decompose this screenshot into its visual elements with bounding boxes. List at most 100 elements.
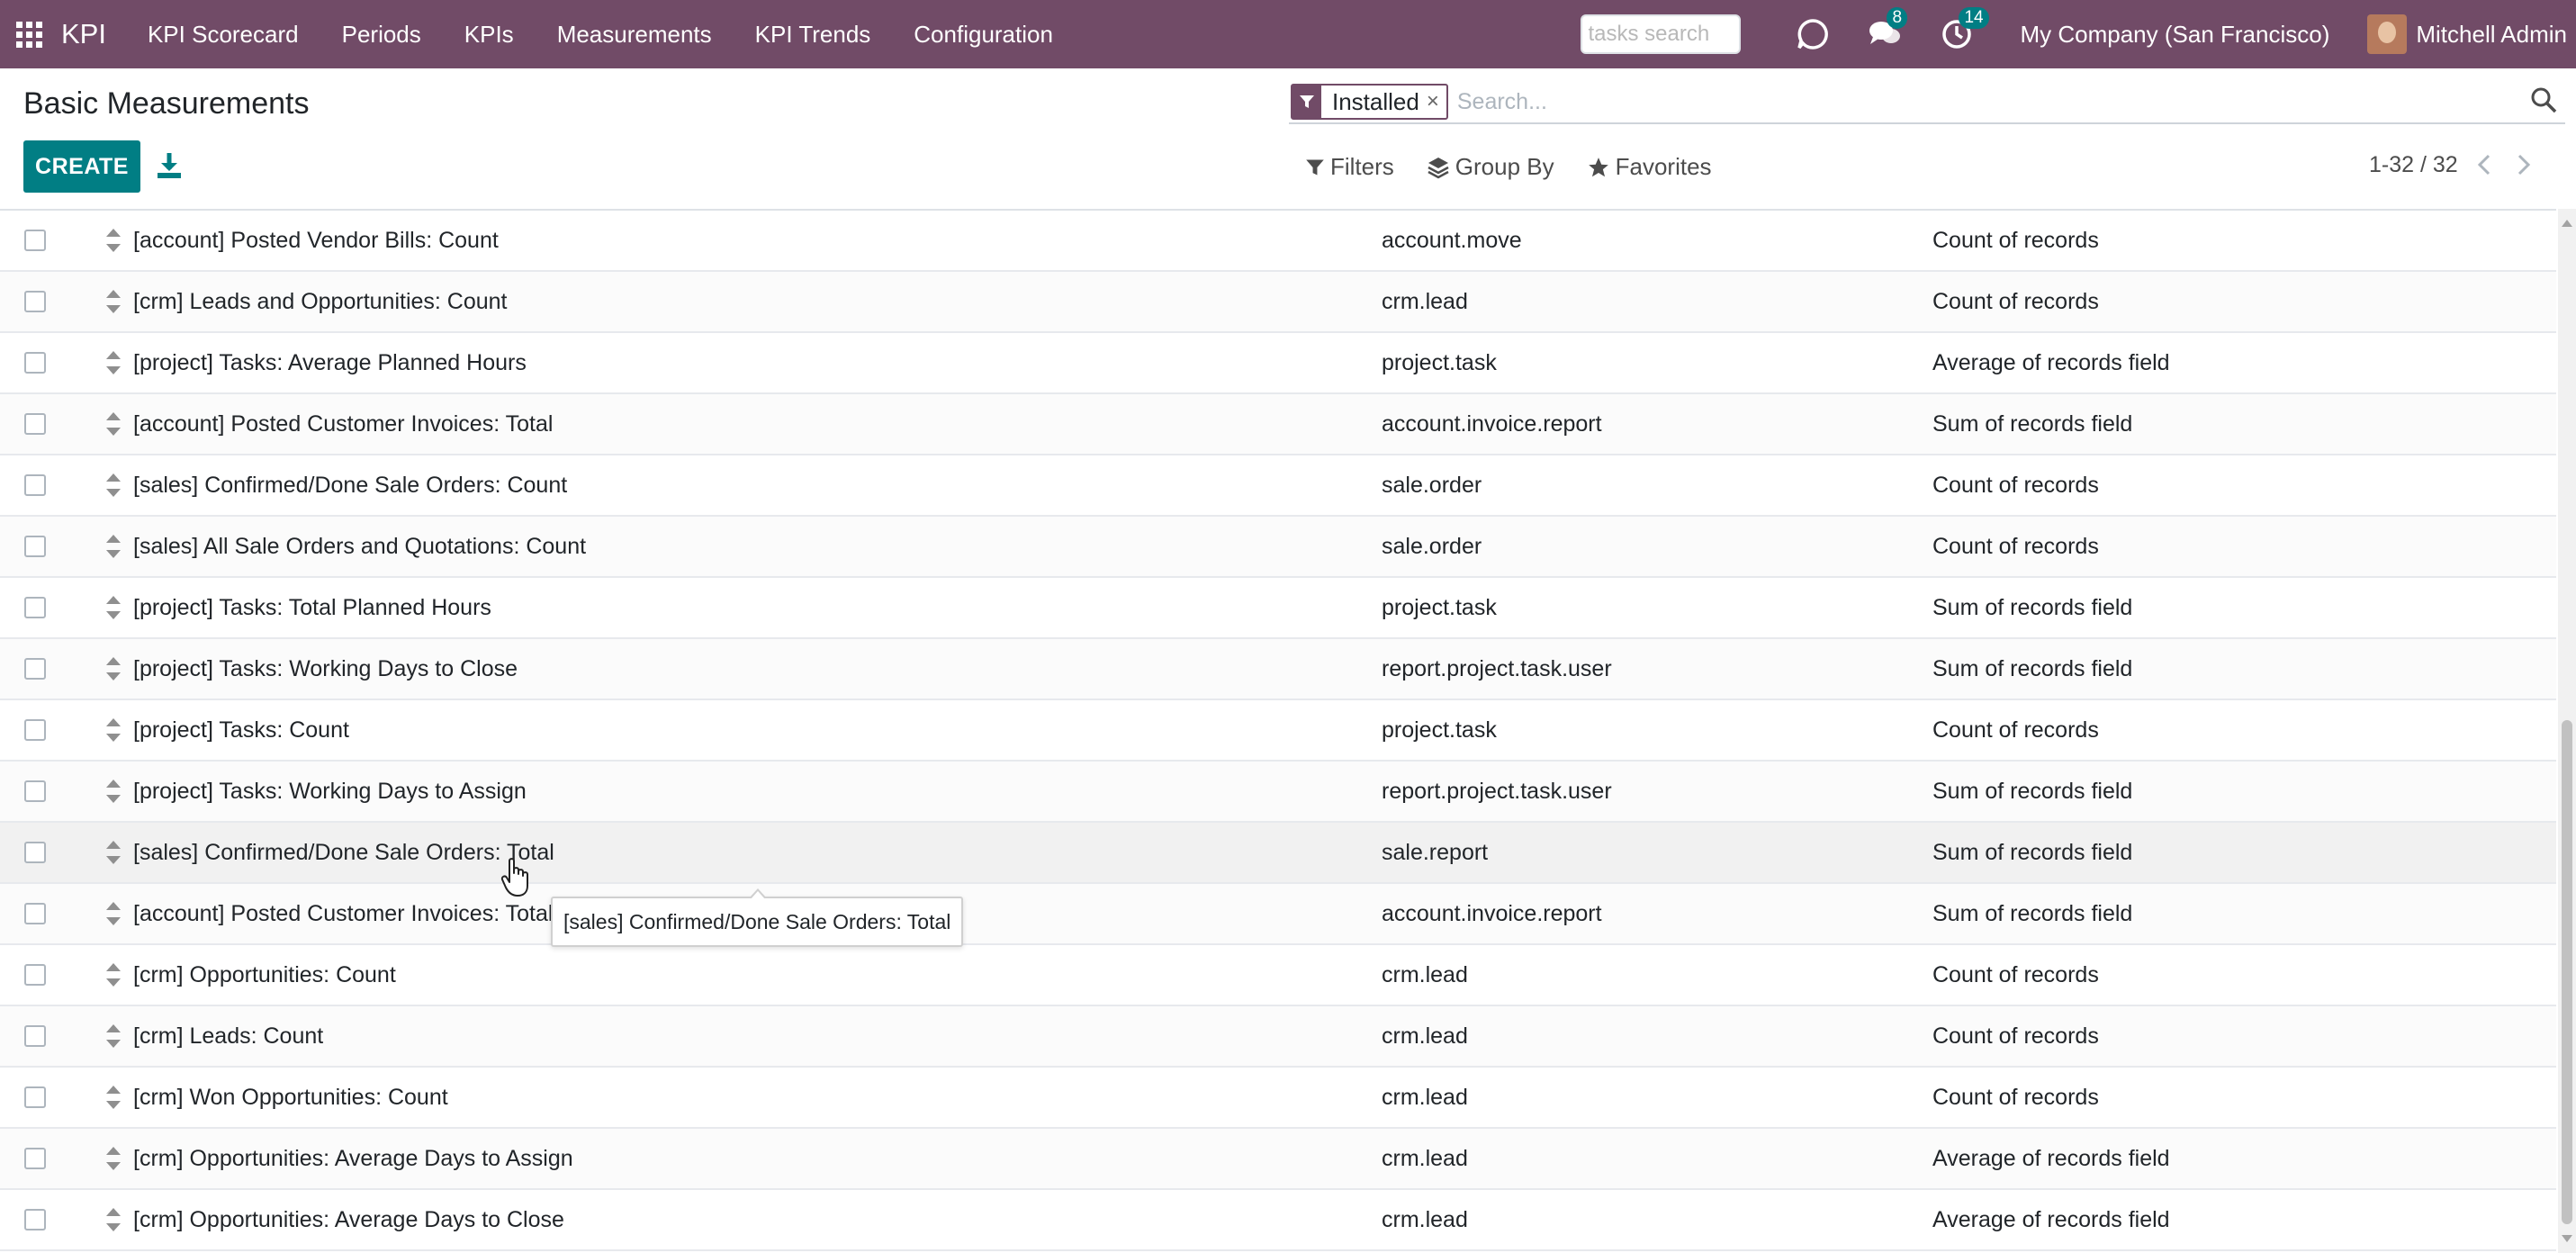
table-row[interactable]: [sales] Confirmed/Done Sale Orders: Coun… [0, 455, 2556, 517]
row-checkbox[interactable] [24, 658, 46, 680]
table-row[interactable]: [crm] Leads: Count crm.lead Count of rec… [0, 1006, 2556, 1068]
table-row[interactable]: [project] Tasks: Total Planned Hours pro… [0, 578, 2556, 639]
drag-handle-icon[interactable] [105, 1086, 122, 1109]
download-icon[interactable] [155, 149, 184, 182]
row-checkbox[interactable] [24, 903, 46, 924]
drag-handle-icon[interactable] [105, 229, 122, 252]
facet-label: Installed [1332, 87, 1419, 115]
measurement-model: sale.order [1382, 472, 1482, 498]
row-checkbox[interactable] [24, 597, 46, 618]
search-icon[interactable] [2529, 86, 2562, 118]
drag-handle-icon[interactable] [105, 657, 122, 681]
table-row[interactable]: [project] Tasks: Working Days to Assign … [0, 762, 2556, 823]
drag-handle-icon[interactable] [105, 718, 122, 742]
measurement-model: account.invoice.report [1382, 410, 1602, 437]
company-switcher[interactable]: My Company (San Francisco) [1993, 21, 2346, 49]
table-row[interactable]: [project] Tasks: Working Days to Close r… [0, 639, 2556, 700]
measurement-name: [project] Tasks: Count [133, 717, 349, 743]
measurement-model: project.task [1382, 717, 1497, 743]
voip-icon[interactable] [1795, 16, 1831, 52]
table-row[interactable]: [crm] Leads and Opportunities: Count crm… [0, 272, 2556, 333]
menu-measurements[interactable]: Measurements [536, 0, 734, 68]
measurement-model: crm.lead [1382, 1023, 1468, 1049]
menu-kpi-trends[interactable]: KPI Trends [734, 0, 893, 68]
row-checkbox[interactable] [24, 230, 46, 251]
scroll-up-icon[interactable] [2562, 220, 2572, 227]
measurement-name: [crm] Leads and Opportunities: Count [133, 288, 508, 314]
create-button[interactable]: CREATE [23, 140, 140, 193]
filters-label: Filters [1330, 153, 1394, 180]
measurements-list: [account] Posted Vendor Bills: Count acc… [0, 209, 2556, 1253]
measurement-name: [crm] Opportunities: Average Days to Ass… [133, 1145, 573, 1171]
table-row[interactable]: [sales] All Sale Orders and Quotations: … [0, 517, 2556, 578]
row-checkbox[interactable] [24, 474, 46, 496]
drag-handle-icon[interactable] [105, 1147, 122, 1170]
measurement-model: account.invoice.report [1382, 900, 1602, 926]
table-row[interactable]: [project] Tasks: Count project.task Coun… [0, 700, 2556, 762]
measurement-model: crm.lead [1382, 1084, 1468, 1110]
measurement-name: [crm] Leads: Count [133, 1023, 324, 1049]
drag-handle-icon[interactable] [105, 902, 122, 925]
measurement-type: Count of records [1932, 717, 2099, 743]
menu-kpis[interactable]: KPIs [443, 0, 536, 68]
drag-handle-icon[interactable] [105, 780, 122, 803]
drag-handle-icon[interactable] [105, 596, 122, 619]
menu-configuration[interactable]: Configuration [892, 0, 1075, 68]
table-row[interactable]: [account] Posted Vendor Bills: Count acc… [0, 211, 2556, 272]
activities-clock-icon[interactable]: 14 [1939, 7, 1989, 52]
favorites-button[interactable]: Favorites [1587, 153, 1712, 181]
drag-handle-icon[interactable] [105, 473, 122, 497]
table-row[interactable]: [crm] Opportunities: Count crm.lead Coun… [0, 945, 2556, 1006]
table-row[interactable]: [account] Posted Customer Invoices: Tota… [0, 394, 2556, 455]
row-checkbox[interactable] [24, 291, 46, 312]
row-checkbox[interactable] [24, 719, 46, 741]
row-checkbox[interactable] [24, 1148, 46, 1169]
pager: 1-32 / 32 [2369, 151, 2537, 178]
search-input[interactable] [1447, 84, 2529, 120]
scroll-down-icon[interactable] [2562, 1235, 2572, 1242]
row-checkbox[interactable] [24, 964, 46, 986]
drag-handle-icon[interactable] [105, 412, 122, 436]
row-checkbox[interactable] [24, 842, 46, 863]
drag-handle-icon[interactable] [105, 1208, 122, 1231]
row-checkbox[interactable] [24, 352, 46, 374]
group-by-button[interactable]: Group By [1427, 153, 1554, 181]
drag-handle-icon[interactable] [105, 963, 122, 987]
user-menu[interactable]: Mitchell Admin [2346, 14, 2576, 54]
menu-periods[interactable]: Periods [320, 0, 443, 68]
pager-previous-icon[interactable] [2471, 151, 2498, 178]
row-checkbox[interactable] [24, 413, 46, 435]
table-row[interactable]: [account] Posted Customer Invoices: Tota… [0, 884, 2556, 945]
table-row[interactable]: [sales] Confirmed/Done Sale Orders: Tota… [0, 823, 2556, 884]
row-checkbox[interactable] [24, 1086, 46, 1108]
measurement-model: crm.lead [1382, 1145, 1468, 1171]
scrollbar-thumb[interactable] [2562, 720, 2572, 1224]
pager-next-icon[interactable] [2510, 151, 2537, 178]
row-checkbox[interactable] [24, 536, 46, 557]
user-name: Mitchell Admin [2416, 20, 2567, 48]
row-checkbox[interactable] [24, 1025, 46, 1047]
pager-value[interactable]: 1-32 / 32 [2369, 152, 2458, 178]
measurement-type: Count of records [1932, 1023, 2099, 1049]
table-row[interactable]: [crm] Won Opportunities: Count crm.lead … [0, 1068, 2556, 1129]
drag-handle-icon[interactable] [105, 535, 122, 558]
drag-handle-icon[interactable] [105, 351, 122, 374]
app-brand[interactable]: KPI [58, 18, 126, 50]
drag-handle-icon[interactable] [105, 290, 122, 313]
row-checkbox[interactable] [24, 1209, 46, 1230]
drag-handle-icon[interactable] [105, 841, 122, 864]
menu-kpi-scorecard[interactable]: KPI Scorecard [126, 0, 320, 68]
row-checkbox[interactable] [24, 780, 46, 802]
apps-menu-icon[interactable] [0, 0, 58, 68]
facet-remove-icon[interactable]: × [1427, 89, 1446, 114]
measurement-type: Sum of records field [1932, 778, 2133, 804]
measurement-name: [crm] Opportunities: Average Days to Clo… [133, 1206, 564, 1232]
filters-button[interactable]: Filters [1305, 153, 1394, 181]
table-row[interactable]: [crm] Opportunities: Average Days to Ass… [0, 1129, 2556, 1190]
table-row[interactable]: [project] Tasks: Average Planned Hours p… [0, 333, 2556, 394]
layers-icon [1428, 157, 1449, 178]
drag-handle-icon[interactable] [105, 1024, 122, 1048]
tasks-search-input[interactable] [1581, 14, 1742, 54]
table-row[interactable]: [crm] Opportunities: Average Days to Clo… [0, 1190, 2556, 1251]
messages-icon[interactable]: 8 [1867, 7, 1908, 52]
